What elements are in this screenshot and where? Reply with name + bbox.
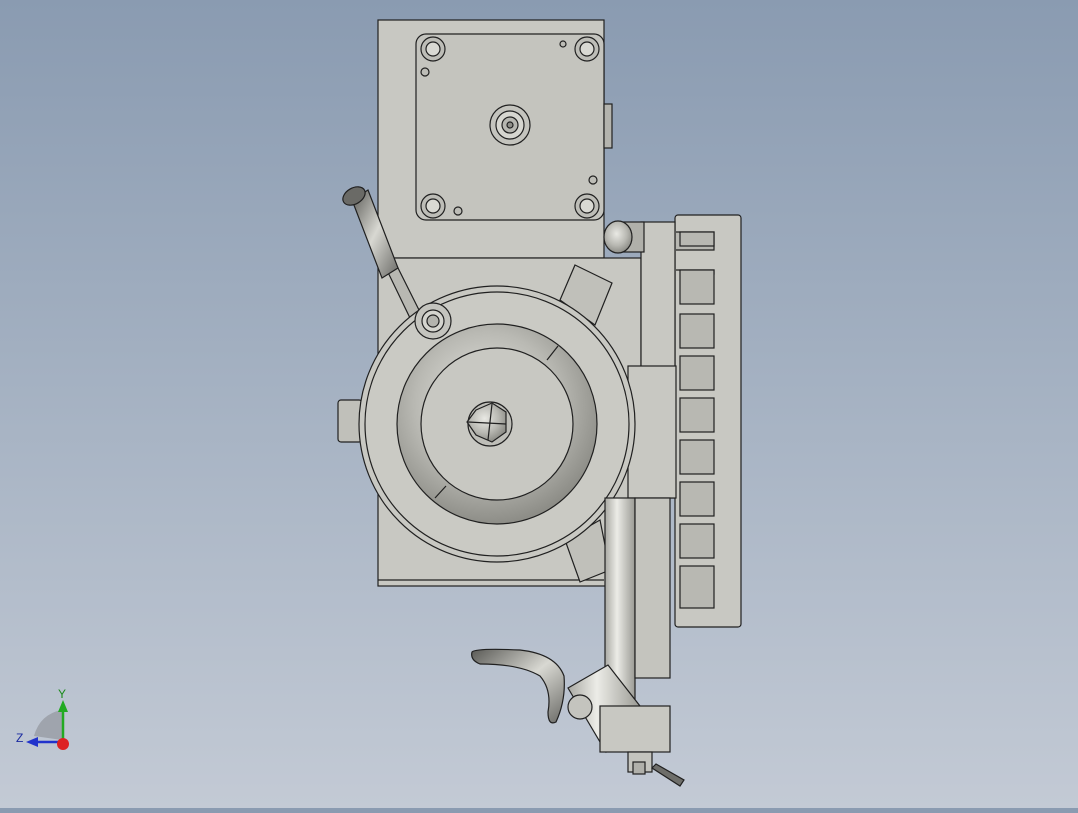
disc-bolt (414, 302, 452, 340)
bottom-pin (627, 751, 685, 787)
cad-3d-viewport[interactable]: Y Z (0, 0, 1078, 808)
x-axis-dot (57, 738, 69, 750)
cad-model-drawing[interactable] (0, 0, 1078, 808)
cap-nut (603, 220, 645, 254)
left-stub (337, 399, 363, 443)
hub-nut (466, 401, 513, 447)
motor-shaft (489, 104, 531, 146)
triad-z-label: Z (16, 731, 24, 745)
cam-handle (471, 648, 565, 724)
triad-y-label: Y (58, 687, 67, 701)
rack-teeth (676, 231, 715, 609)
